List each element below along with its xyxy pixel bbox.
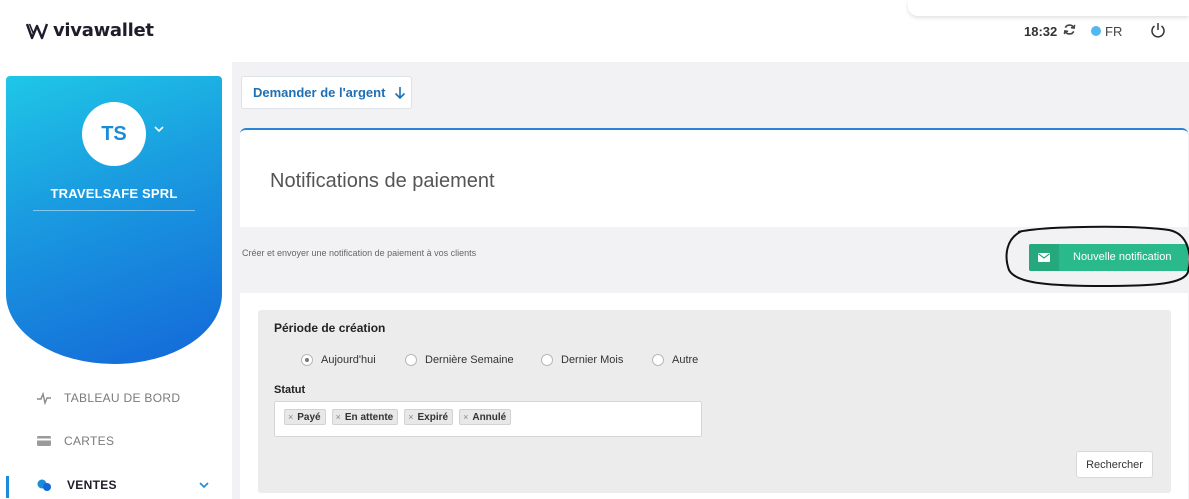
- tag-label: En attente: [344, 411, 394, 423]
- radio-last-month[interactable]: Dernier Mois: [541, 354, 623, 366]
- page-subtitle: Créer et envoyer une notification de pai…: [242, 248, 477, 258]
- mail-icon-box: [1029, 244, 1059, 271]
- filter-section: Période de création Aujourd'hui Dernière…: [240, 293, 1188, 499]
- refresh-icon[interactable]: [1063, 23, 1076, 36]
- radio-label: Dernier Mois: [561, 354, 624, 366]
- radio-circle[interactable]: [652, 354, 664, 366]
- status-tag-pending[interactable]: × En attente: [331, 409, 399, 425]
- sidebar-item-label: VENTES: [67, 478, 117, 492]
- request-money-label: Demander de l'argent: [253, 85, 386, 100]
- search-button[interactable]: Rechercher: [1076, 451, 1153, 478]
- top-bar: vivawallet 18:32 FR: [0, 0, 1189, 62]
- status-tag-cancelled[interactable]: × Annulé: [459, 409, 512, 425]
- sidebar-item-dashboard[interactable]: TABLEAU DE BORD: [0, 383, 232, 413]
- tag-label: Expiré: [417, 411, 449, 423]
- company-name: TRAVELSAFE SPRL: [50, 186, 178, 201]
- viva-logo-icon: [26, 23, 48, 39]
- radio-circle-checked[interactable]: [301, 354, 313, 366]
- radio-label: Dernière Semaine: [425, 354, 514, 366]
- top-overlay-card: [908, 0, 1189, 16]
- title-card: Notifications de paiement: [240, 128, 1188, 227]
- chevron-down-icon[interactable]: [153, 125, 165, 133]
- pulse-icon: [37, 391, 51, 405]
- language-dot-icon: [1091, 26, 1101, 36]
- sidebar: TS TRAVELSAFE SPRL TABLEAU DE BORD CARTE…: [0, 62, 232, 499]
- avatar[interactable]: TS: [82, 102, 146, 166]
- radio-circle[interactable]: [405, 354, 417, 366]
- remove-tag-icon[interactable]: ×: [288, 412, 293, 422]
- sidebar-item-cards[interactable]: CARTES: [0, 426, 232, 456]
- sidebar-item-label: CARTES: [64, 434, 115, 448]
- logo[interactable]: vivawallet: [26, 20, 154, 41]
- clock: 18:32: [1024, 24, 1058, 39]
- card-icon: [37, 436, 51, 446]
- status-label: Statut: [274, 384, 306, 396]
- tag-label: Annulé: [472, 411, 507, 423]
- chevron-down-icon[interactable]: [198, 481, 210, 489]
- filter-panel: Période de création Aujourd'hui Dernière…: [258, 310, 1171, 493]
- radio-last-week[interactable]: Dernière Semaine: [405, 354, 514, 366]
- profile-card: TS TRAVELSAFE SPRL: [6, 76, 222, 364]
- radio-circle[interactable]: [541, 354, 553, 366]
- remove-tag-icon[interactable]: ×: [408, 412, 413, 422]
- radio-label: Autre: [672, 354, 699, 366]
- arrow-down-icon: [395, 86, 406, 99]
- logo-text: vivawallet: [53, 20, 154, 41]
- radio-today[interactable]: Aujourd'hui: [301, 354, 376, 366]
- new-notification-button[interactable]: Nouvelle notification: [1029, 244, 1188, 271]
- active-indicator: [6, 476, 9, 498]
- radio-label: Aujourd'hui: [321, 354, 376, 366]
- power-icon[interactable]: [1150, 22, 1166, 38]
- sidebar-item-label: TABLEAU DE BORD: [64, 391, 181, 405]
- status-tag-expired[interactable]: × Expiré: [404, 409, 454, 425]
- status-tag-paid[interactable]: × Payé: [284, 409, 326, 425]
- divider: [33, 210, 195, 211]
- language-selector[interactable]: FR: [1105, 24, 1122, 39]
- mail-icon: [1038, 253, 1050, 262]
- remove-tag-icon[interactable]: ×: [336, 412, 341, 422]
- request-money-button[interactable]: Demander de l'argent: [241, 76, 412, 109]
- tag-label: Payé: [297, 411, 321, 423]
- new-notification-label: Nouvelle notification: [1073, 251, 1172, 263]
- page-title: Notifications de paiement: [270, 170, 495, 192]
- radio-other[interactable]: Autre: [652, 354, 698, 366]
- remove-tag-icon[interactable]: ×: [463, 412, 468, 422]
- status-multiselect[interactable]: × Payé × En attente × Expiré × Annulé: [274, 401, 702, 437]
- sales-icon: [37, 479, 51, 491]
- period-label: Période de création: [274, 321, 386, 335]
- sidebar-item-sales[interactable]: VENTES: [0, 470, 232, 499]
